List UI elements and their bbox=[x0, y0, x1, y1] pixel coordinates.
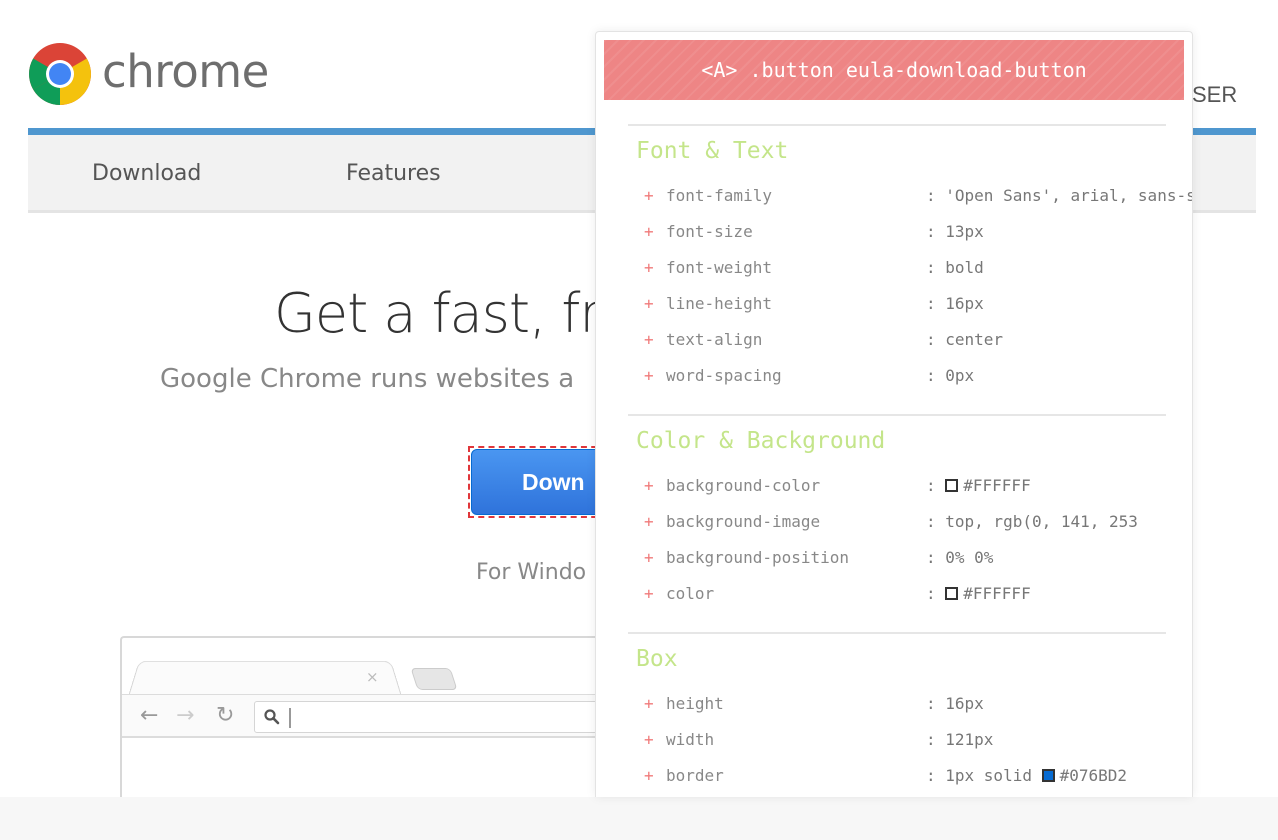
property-row: + background-image : top, rgb(0, 141, 25… bbox=[644, 512, 1192, 538]
plus-icon[interactable]: + bbox=[644, 730, 654, 749]
section-divider bbox=[628, 414, 1166, 416]
plus-icon[interactable]: + bbox=[644, 186, 654, 205]
close-icon: × bbox=[366, 668, 379, 686]
hero-title: Get a fast, fr bbox=[274, 282, 602, 345]
property-name: text-align bbox=[666, 330, 763, 349]
section-title-box: Box bbox=[636, 646, 678, 672]
mock-omnibox bbox=[254, 701, 654, 733]
back-arrow-icon: ← bbox=[140, 703, 159, 728]
property-value: : bold bbox=[926, 258, 984, 277]
property-value: : 13px bbox=[926, 222, 984, 241]
value-prefix: : 1px solid bbox=[926, 766, 1042, 785]
property-row: + border : 1px solid #076BD2 bbox=[644, 766, 1192, 792]
color-swatch bbox=[945, 587, 959, 600]
property-value: : 121px bbox=[926, 730, 994, 749]
mock-toolbar: ← → ↻ bbox=[122, 694, 654, 738]
chrome-logo[interactable]: chrome bbox=[28, 42, 269, 106]
plus-icon[interactable]: + bbox=[644, 294, 654, 313]
bottom-strip bbox=[0, 797, 1278, 840]
property-value: : 16px bbox=[926, 294, 984, 313]
plus-icon[interactable]: + bbox=[644, 584, 654, 603]
text-caret bbox=[289, 708, 291, 728]
property-name: height bbox=[666, 694, 724, 713]
property-value: : 16px bbox=[926, 694, 984, 713]
plus-icon[interactable]: + bbox=[644, 512, 654, 531]
new-tab-icon bbox=[410, 668, 458, 690]
property-name: font-weight bbox=[666, 258, 772, 277]
property-value: : 0px bbox=[926, 366, 975, 385]
mock-tab bbox=[128, 660, 402, 695]
property-name: word-spacing bbox=[666, 366, 782, 385]
property-row: + font-size : 13px bbox=[644, 222, 1192, 248]
property-name: font-family bbox=[666, 186, 772, 205]
property-name: background-color bbox=[666, 476, 821, 495]
section-divider bbox=[628, 632, 1166, 634]
plus-icon[interactable]: + bbox=[644, 330, 654, 349]
property-row: + background-position : 0% 0% bbox=[644, 548, 1192, 574]
property-row: + line-height : 16px bbox=[644, 294, 1192, 320]
property-value: : #FFFFFF bbox=[926, 584, 1031, 603]
property-name: color bbox=[666, 584, 715, 603]
property-value: : 0% 0% bbox=[926, 548, 994, 567]
css-inspector-panel: <A> .button eula-download-button Font & … bbox=[595, 31, 1193, 797]
property-name: background-image bbox=[666, 512, 821, 531]
value-prefix: : bbox=[926, 476, 946, 495]
property-row: + word-spacing : 0px bbox=[644, 366, 1192, 392]
property-name: width bbox=[666, 730, 715, 749]
plus-icon[interactable]: + bbox=[644, 694, 654, 713]
forward-arrow-icon: → bbox=[176, 703, 195, 728]
nav-item-download[interactable]: Download bbox=[92, 161, 201, 186]
property-name: font-size bbox=[666, 222, 753, 241]
reload-icon: ↻ bbox=[216, 703, 235, 728]
property-row: + color : #FFFFFF bbox=[644, 584, 1192, 610]
section-title-color-background: Color & Background bbox=[636, 428, 886, 454]
plus-icon[interactable]: + bbox=[644, 366, 654, 385]
property-value: : 1px solid #076BD2 bbox=[926, 766, 1127, 785]
plus-icon[interactable]: + bbox=[644, 222, 654, 241]
platform-note: For Windo bbox=[476, 560, 587, 585]
browser-illustration: × ← → ↻ bbox=[120, 636, 654, 806]
property-row: + height : 16px bbox=[644, 694, 1192, 720]
plus-icon[interactable]: + bbox=[644, 258, 654, 277]
plus-icon[interactable]: + bbox=[644, 476, 654, 495]
property-value: : top, rgb(0, 141, 253 bbox=[926, 512, 1138, 531]
section-divider bbox=[628, 124, 1166, 126]
header-link-fragment[interactable]: SER bbox=[1192, 82, 1237, 108]
color-swatch bbox=[945, 479, 959, 492]
color-hex: #076BD2 bbox=[1059, 766, 1128, 785]
property-name: background-position bbox=[666, 548, 850, 567]
chrome-logo-icon bbox=[29, 43, 91, 105]
plus-icon[interactable]: + bbox=[644, 548, 654, 567]
logo-wordmark: chrome bbox=[102, 44, 269, 98]
property-name: border bbox=[666, 766, 724, 785]
search-icon bbox=[264, 709, 280, 725]
nav-item-features[interactable]: Features bbox=[346, 161, 441, 186]
section-title-font-text: Font & Text bbox=[636, 138, 789, 164]
hero-subtitle: Google Chrome runs websites a bbox=[160, 364, 575, 394]
property-row: + text-align : center bbox=[644, 330, 1192, 356]
value-prefix: : bbox=[926, 584, 946, 603]
plus-icon[interactable]: + bbox=[644, 766, 654, 785]
property-row: + font-weight : bold bbox=[644, 258, 1192, 284]
color-swatch bbox=[1041, 769, 1055, 782]
color-hex: #FFFFFF bbox=[963, 476, 1031, 495]
property-value: : 'Open Sans', arial, sans-serif bbox=[926, 186, 1192, 205]
property-row: + background-color : #FFFFFF bbox=[644, 476, 1192, 502]
property-value: : #FFFFFF bbox=[926, 476, 1031, 495]
property-row: + font-family : 'Open Sans', arial, sans… bbox=[644, 186, 1192, 212]
color-hex: #FFFFFF bbox=[963, 584, 1031, 603]
property-row: + width : 121px bbox=[644, 730, 1192, 756]
property-value: : center bbox=[926, 330, 1004, 349]
property-name: line-height bbox=[666, 294, 772, 313]
inspected-element-label: <A> .button eula-download-button bbox=[604, 40, 1184, 100]
